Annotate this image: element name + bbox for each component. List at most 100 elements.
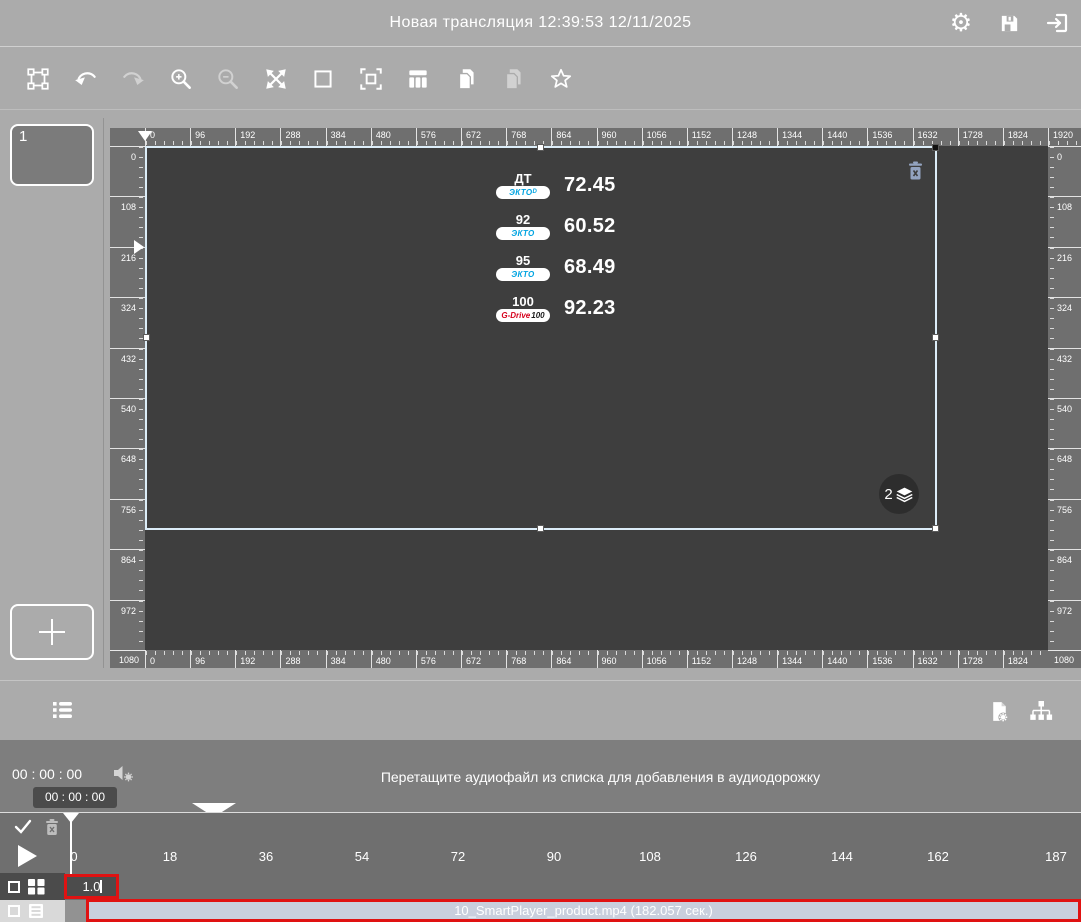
layers-badge[interactable]: 2 — [879, 474, 919, 514]
slide-canvas[interactable]: ДТЭКТОD72.4592ЭКТО60.5295ЭКТО68.49100G-D… — [145, 146, 1048, 650]
ruler-label: 960 — [597, 650, 642, 668]
ruler-label: 0 — [1048, 146, 1081, 197]
columns-view-button[interactable] — [405, 66, 431, 92]
resize-handle-top[interactable] — [537, 144, 544, 151]
structure-button[interactable] — [1029, 699, 1053, 723]
resize-handle-bottom-right[interactable] — [932, 525, 939, 532]
rectangle-tool-button[interactable] — [310, 66, 336, 92]
timeline-ruler-row[interactable]: 01836547290108126144162187 — [0, 840, 1081, 873]
sitemap-icon — [1029, 700, 1053, 722]
slide-duration-input[interactable]: 1.0 — [64, 874, 119, 899]
ruler-label: 432 — [1048, 348, 1081, 399]
slide-track-header — [0, 873, 65, 900]
ruler-label: 324 — [1048, 297, 1081, 348]
brand-text: ЭКТО — [509, 186, 532, 199]
exit-button[interactable] — [1045, 11, 1069, 35]
ruler-marker-vertical[interactable] — [134, 240, 151, 254]
ruler-marker-horizontal[interactable] — [138, 131, 152, 148]
resize-diagonal-button[interactable] — [263, 66, 289, 92]
audio-drop-hint: Перетащите аудиофайл из списка для добав… — [120, 769, 1081, 785]
timeline-playhead-marker[interactable] — [63, 813, 79, 831]
ruler-label: 1824 — [1003, 650, 1048, 668]
ruler-label: 864 — [551, 128, 596, 146]
ruler-label: 384 — [326, 650, 371, 668]
resize-handle-bottom[interactable] — [537, 525, 544, 532]
delete-element-icon[interactable] — [906, 160, 925, 181]
fuel-brand-pill: ЭКТО — [496, 268, 550, 281]
video-track-header — [0, 900, 65, 922]
paste-button[interactable] — [500, 66, 526, 92]
fuel-grade-label: 100 — [512, 296, 534, 308]
ruler-label: 960 — [597, 128, 642, 146]
brand-text: 100 — [531, 309, 544, 322]
favorites-button[interactable] — [548, 66, 574, 92]
ruler-label: 1728 — [958, 650, 1003, 668]
ruler-corner-label: 1080 — [1048, 650, 1081, 668]
slide-thumbnail[interactable]: 1 — [10, 124, 94, 186]
timeline-delete-icon[interactable] — [44, 818, 60, 836]
ruler-label: 1344 — [777, 128, 822, 146]
video-track-clip[interactable]: 10_SmartPlayer_product.mp4 (182.057 сек.… — [86, 899, 1081, 922]
redo-button[interactable] — [120, 66, 146, 92]
content-list-button[interactable] — [52, 701, 74, 719]
apply-icon[interactable] — [14, 819, 32, 835]
ruler-label: 864 — [551, 650, 596, 668]
ruler-label: 96 — [190, 650, 235, 668]
fuel-badge: 95ЭКТО — [495, 255, 551, 281]
copy-button[interactable] — [453, 66, 479, 92]
fuel-brand-pill: ЭКТОD — [496, 186, 550, 199]
fit-screen-button[interactable] — [358, 66, 384, 92]
settings-button[interactable]: ⚙ — [949, 11, 973, 35]
timeline-tick-label: 90 — [547, 849, 561, 864]
ruler-label: 1248 — [732, 128, 777, 146]
resize-handle-left[interactable] — [143, 334, 150, 341]
content-toolbar-actions — [987, 699, 1053, 723]
resize-handle-right[interactable] — [932, 334, 939, 341]
ruler-label: 1152 — [687, 650, 732, 668]
ruler-label: 756 — [1048, 499, 1081, 550]
ruler-label: 864 — [1048, 549, 1081, 600]
fuel-brand-pill: ЭКТО — [496, 227, 550, 240]
transform-tool-button[interactable] — [25, 66, 51, 92]
brand-text: ЭКТО — [511, 227, 534, 240]
ruler-label: 648 — [110, 448, 145, 499]
ruler-label: 288 — [280, 128, 325, 146]
ruler-label: 648 — [1048, 448, 1081, 499]
ruler-label: 0 — [110, 146, 145, 197]
ruler-label: 1536 — [867, 128, 912, 146]
play-button[interactable] — [18, 845, 37, 867]
audio-playhead-marker[interactable] — [192, 803, 236, 812]
gear-icon: ⚙ — [950, 11, 972, 35]
content-toolbar — [0, 680, 1081, 740]
selected-element-frame[interactable]: ДТЭКТОD72.4592ЭКТО60.5295ЭКТО68.49100G-D… — [145, 146, 937, 530]
slide-track-checkbox[interactable] — [8, 881, 20, 893]
ruler-label: 576 — [416, 650, 461, 668]
main-area: 1 09619228838448057667276886496010561152… — [0, 110, 1081, 680]
save-button[interactable] — [997, 11, 1021, 35]
slides-icon — [27, 878, 46, 895]
ruler-label: 1920 — [1048, 128, 1081, 146]
video-track-row: 10_SmartPlayer_product.mp4 (182.057 сек.… — [0, 900, 1081, 922]
fuel-grade-label: ДТ — [514, 173, 531, 185]
ruler-label: 1632 — [913, 650, 958, 668]
ruler-label: 768 — [506, 650, 551, 668]
ruler-label: 1728 — [958, 128, 1003, 146]
header-bar: Новая трансляция 12:39:53 12/11/2025 ⚙ — [0, 0, 1081, 47]
ruler-label: 480 — [371, 128, 416, 146]
video-track-checkbox[interactable] — [8, 905, 20, 917]
file-gear-icon — [988, 700, 1011, 723]
undo-button[interactable] — [73, 66, 99, 92]
audio-track-section: 00 : 00 : 00 00 : 00 : 00 Перетащите ауд… — [0, 740, 1081, 812]
add-slide-button[interactable] — [10, 604, 94, 660]
fuel-badge: ДТЭКТОD — [495, 173, 551, 199]
audio-time-tooltip: 00 : 00 : 00 — [33, 787, 117, 808]
resize-handle-top-right[interactable] — [932, 144, 939, 151]
ruler-label: 96 — [190, 128, 235, 146]
zoom-in-button[interactable] — [168, 66, 194, 92]
canvas-workspace: 0961922883844805766727688649601056115212… — [110, 128, 1081, 668]
fuel-price-list: ДТЭКТОD72.4592ЭКТО60.5295ЭКТО68.49100G-D… — [495, 172, 616, 336]
ruler-label: 972 — [110, 600, 145, 650]
fuel-row: 100G-Drive10092.23 — [495, 295, 616, 322]
file-settings-button[interactable] — [987, 699, 1011, 723]
zoom-out-button[interactable] — [215, 66, 241, 92]
